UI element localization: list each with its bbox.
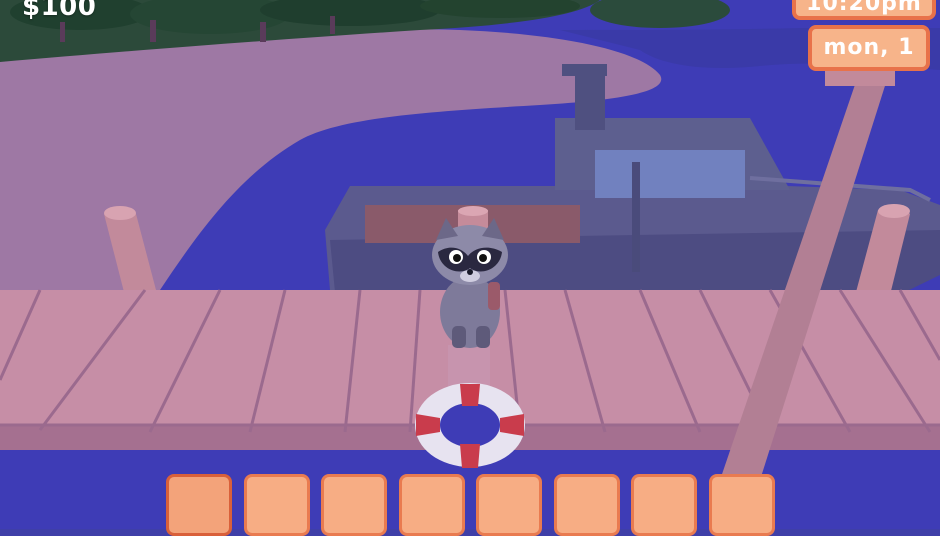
hotbar-slot[interactable] xyxy=(631,474,697,536)
inventory-hotbar xyxy=(166,474,778,536)
clock-display: 10:20pm xyxy=(792,0,936,20)
game-scene xyxy=(0,0,940,529)
hotbar-slot[interactable] xyxy=(399,474,465,536)
money-counter: $100 xyxy=(22,0,97,22)
hotbar-slot[interactable] xyxy=(476,474,542,536)
hotbar-slot[interactable] xyxy=(166,474,232,536)
date-display: mon, 1 xyxy=(808,25,930,71)
hotbar-slot[interactable] xyxy=(709,474,775,536)
hotbar-slot[interactable] xyxy=(554,474,620,536)
hotbar-slot[interactable] xyxy=(321,474,387,536)
hotbar-slot[interactable] xyxy=(244,474,310,536)
